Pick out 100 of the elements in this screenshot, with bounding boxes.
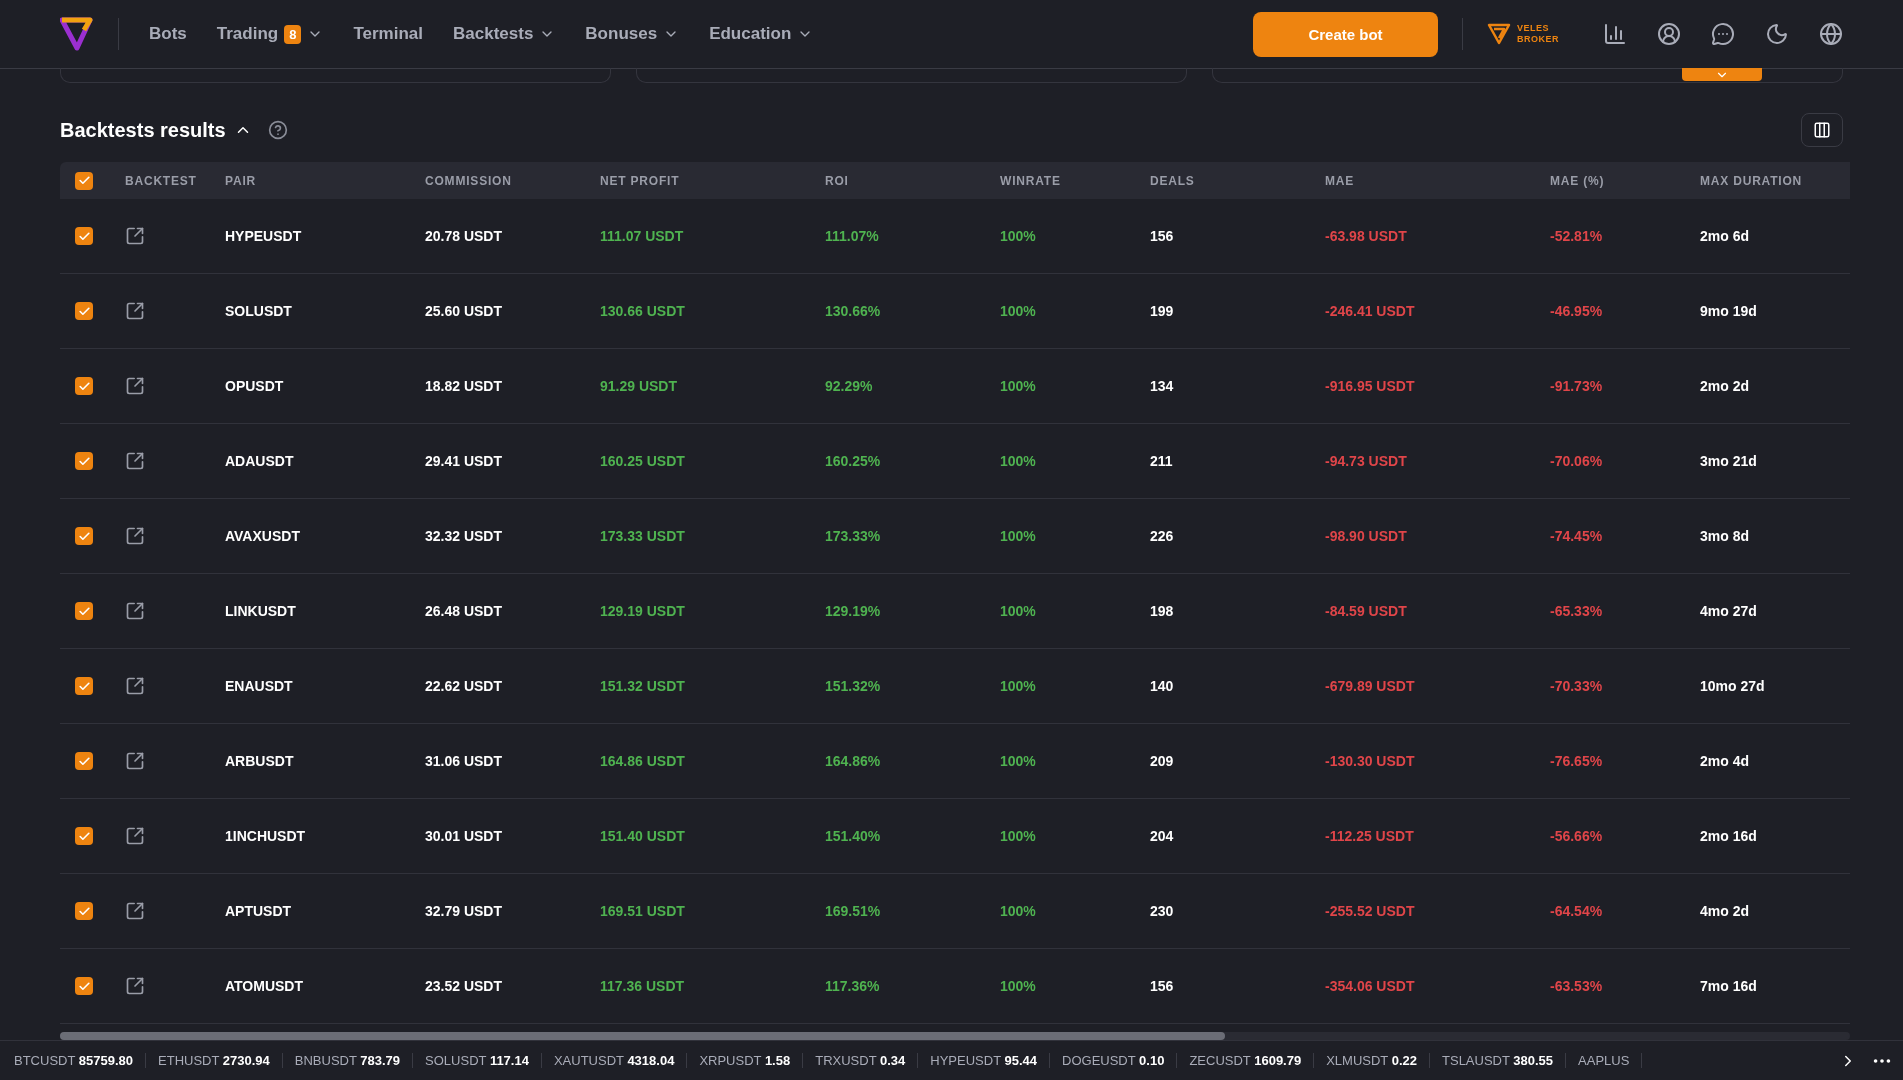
mae-percent-cell-text: -70.33% xyxy=(1550,678,1604,695)
mae-percent-cell-text: -56.66% xyxy=(1550,828,1604,845)
roi-cell-text: 169.51% xyxy=(825,903,882,920)
net-profit-cell-text: 151.40 USDT xyxy=(600,828,686,845)
mae-percent-cell-text: -91.73% xyxy=(1550,378,1604,395)
checkbox[interactable] xyxy=(75,452,93,471)
nav-link[interactable]: Backtests xyxy=(453,24,556,44)
deals-cell-text: 199 xyxy=(1150,303,1175,320)
max-duration-cell-text: 2mo 4d xyxy=(1700,753,1750,770)
column-header[interactable]: MAE xyxy=(1325,173,1550,188)
nav-link[interactable]: Terminal xyxy=(353,24,423,44)
column-header[interactable]: WINRATE xyxy=(1000,173,1150,188)
checkbox[interactable] xyxy=(75,302,93,321)
mae-cell-text: -916.95 USDT xyxy=(1325,378,1416,395)
ticker-item[interactable]: XAUTUSDT 4318.04 xyxy=(553,1053,688,1069)
roi-cell-text: 130.66% xyxy=(825,303,882,320)
winrate-cell-text: 100% xyxy=(1000,303,1037,320)
bar-chart-icon[interactable] xyxy=(1603,22,1627,46)
ticker-item[interactable]: BTCUSDT 85759.80 xyxy=(14,1053,146,1069)
ticker-item[interactable]: SOLUSDT 117.14 xyxy=(425,1053,542,1069)
net-profit-cell-text: 91.29 USDT xyxy=(600,378,679,395)
user-icon[interactable] xyxy=(1657,22,1681,46)
column-header[interactable]: ROI xyxy=(825,173,1000,188)
roi-cell-text: 151.40% xyxy=(825,828,882,845)
checkbox[interactable] xyxy=(75,227,93,246)
check-icon xyxy=(77,829,91,843)
checkbox[interactable] xyxy=(75,602,93,621)
column-header[interactable]: COMMISSION xyxy=(425,173,600,188)
commission-cell-text: 22.62 USDT xyxy=(425,678,504,695)
column-header[interactable]: BACKTEST xyxy=(125,173,225,188)
count-badge: 8 xyxy=(284,24,302,44)
mae-cell-text: -94.73 USDT xyxy=(1325,453,1408,470)
deals-cell-text: 204 xyxy=(1150,828,1175,845)
scrollbar-thumb[interactable] xyxy=(60,1032,1225,1041)
deals-cell-text: 226 xyxy=(1150,528,1175,545)
checkbox[interactable] xyxy=(75,752,93,771)
ticker-item[interactable]: BNBUSDT 783.79 xyxy=(294,1053,414,1069)
ticker-item[interactable]: DOGEUSDT 0.10 xyxy=(1062,1053,1178,1069)
deals-cell-text: 134 xyxy=(1150,378,1175,395)
pair-cell-text: SOLUSDT xyxy=(225,303,293,320)
winrate-cell-text: 100% xyxy=(1000,228,1037,245)
nav-link[interactable]: Bonuses xyxy=(585,24,680,44)
checkbox[interactable] xyxy=(75,977,93,996)
ticker-item[interactable]: TRXUSDT 0.34 xyxy=(815,1053,919,1069)
broker-logo-text[interactable]: VELES BROKER xyxy=(1517,23,1559,45)
column-header[interactable]: PAIR xyxy=(225,173,425,188)
column-header[interactable]: MAX DURATION xyxy=(1700,173,1850,188)
ticker-item[interactable]: AAPLUS xyxy=(1578,1053,1643,1069)
commission-cell-text: 29.41 USDT xyxy=(425,453,504,470)
ticker-item[interactable]: ETHUSDT 2730.94 xyxy=(158,1053,283,1069)
columns-button[interactable] xyxy=(1801,113,1843,148)
checkbox[interactable] xyxy=(75,902,93,921)
winrate-cell-text: 100% xyxy=(1000,528,1037,545)
check-icon xyxy=(77,304,91,318)
checkbox[interactable] xyxy=(75,677,93,696)
moon-icon[interactable] xyxy=(1765,22,1789,46)
deals-cell-text: 140 xyxy=(1150,678,1175,695)
mae-cell-text: -679.89 USDT xyxy=(1325,678,1416,695)
checkbox[interactable] xyxy=(75,377,93,396)
ticker-item[interactable]: XRPUSDT 1.58 xyxy=(699,1053,804,1069)
max-duration-cell-text: 4mo 2d xyxy=(1700,903,1750,920)
ticker-item[interactable]: TSLAUSDT 380.55 xyxy=(1442,1053,1567,1069)
checkbox[interactable] xyxy=(75,171,93,190)
mae-cell-text: -354.06 USDT xyxy=(1325,978,1416,995)
nav-link[interactable]: Bots xyxy=(149,24,187,44)
logo-icon[interactable] xyxy=(60,16,94,52)
commission-cell-text: 23.52 USDT xyxy=(425,978,504,995)
mae-percent-cell-text: -64.54% xyxy=(1550,903,1604,920)
max-duration-cell-text: 7mo 16d xyxy=(1700,978,1758,995)
max-duration-cell-text: 3mo 21d xyxy=(1700,453,1758,470)
commission-cell-text: 20.78 USDT xyxy=(425,228,504,245)
ticker-item[interactable]: ZECUSDT 1609.79 xyxy=(1189,1053,1315,1069)
roi-cell-text: 164.86% xyxy=(825,753,882,770)
winrate-cell-text: 100% xyxy=(1000,678,1037,695)
column-header[interactable]: NET PROFIT xyxy=(600,173,825,188)
globe-icon[interactable] xyxy=(1819,22,1843,46)
check-icon xyxy=(77,529,91,543)
pair-cell-text: ADAUSDT xyxy=(225,453,295,470)
mae-cell-text: -246.41 USDT xyxy=(1325,303,1416,320)
nav-link[interactable]: Trading 8 xyxy=(216,24,324,44)
net-profit-cell-text: 151.32 USDT xyxy=(600,678,686,695)
net-profit-cell-text: 129.19 USDT xyxy=(600,603,686,620)
mae-cell-text: -84.59 USDT xyxy=(1325,603,1408,620)
roi-cell-text: 160.25% xyxy=(825,453,882,470)
column-header[interactable]: DEALS xyxy=(1150,173,1325,188)
roi-cell-text: 111.07% xyxy=(825,228,880,245)
help-icon[interactable] xyxy=(267,120,288,141)
deals-cell-text: 198 xyxy=(1150,603,1175,620)
chat-icon[interactable] xyxy=(1711,22,1735,46)
column-header[interactable]: MAE (%) xyxy=(1550,173,1700,188)
columns-icon xyxy=(1813,121,1831,140)
ticker-item[interactable]: XLMUSDT 0.22 xyxy=(1326,1053,1430,1069)
scrollbar-track[interactable] xyxy=(60,1032,1850,1041)
checkbox[interactable] xyxy=(75,827,93,846)
max-duration-cell-text: 10mo 27d xyxy=(1700,678,1766,695)
ticker-item[interactable]: HYPEUSDT 95.44 xyxy=(930,1053,1051,1069)
nav-link[interactable]: Education xyxy=(709,24,814,44)
winrate-cell-text: 100% xyxy=(1000,828,1037,845)
checkbox[interactable] xyxy=(75,527,93,546)
commission-cell-text: 18.82 USDT xyxy=(425,378,504,395)
